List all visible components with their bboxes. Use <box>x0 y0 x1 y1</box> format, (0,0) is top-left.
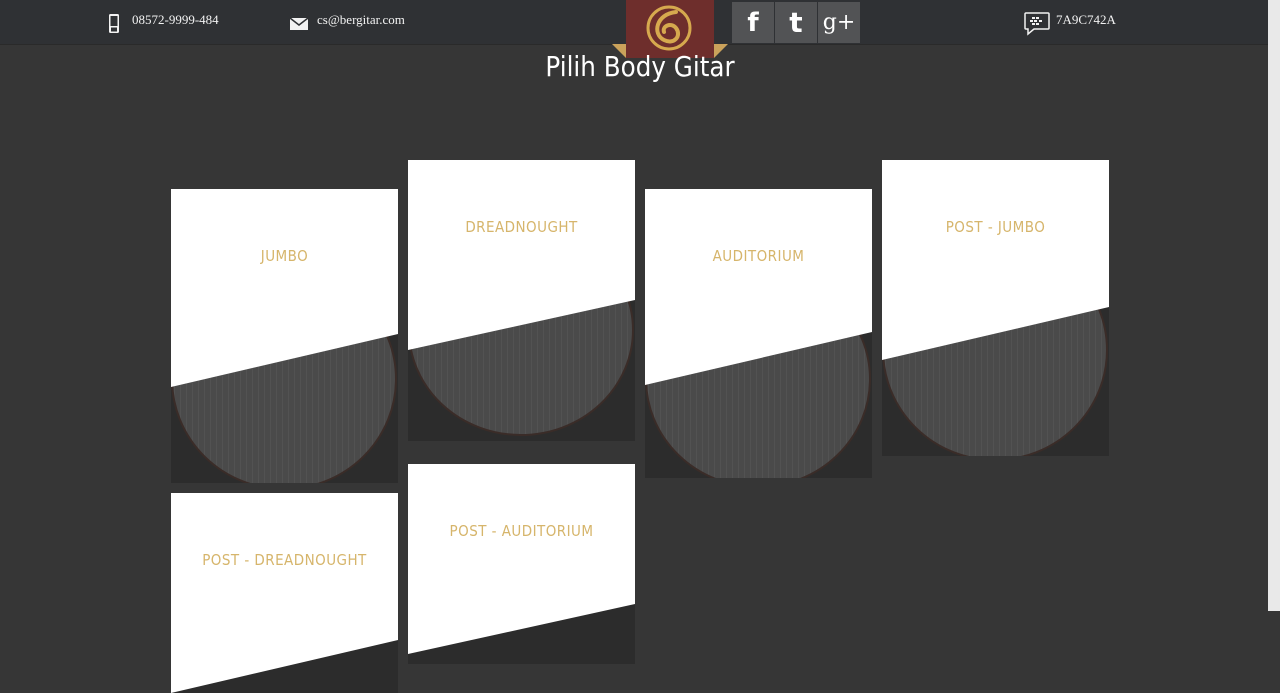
card-label: POST - JUMBO <box>945 218 1046 236</box>
page-title: Pilih Body Gitar <box>545 50 735 83</box>
card-label: POST - AUDITORIUM <box>449 522 594 540</box>
card-label: DREADNOUGHT <box>465 218 578 236</box>
guitar-body-illustration <box>408 464 635 654</box>
body-option-card[interactable]: DREADNOUGHT <box>408 160 635 441</box>
twitter-button[interactable]: t <box>775 2 817 43</box>
guitar-body-illustration <box>171 189 398 483</box>
body-option-card[interactable]: POST - DREADNOUGHT <box>171 493 398 693</box>
card-label: JUMBO <box>260 247 309 265</box>
body-option-card[interactable]: JUMBO <box>171 189 398 483</box>
scrollbar[interactable] <box>1268 0 1280 611</box>
body-option-card[interactable]: POST - JUMBO <box>882 160 1109 456</box>
guitar-body-illustration <box>171 493 398 693</box>
google-plus-button[interactable]: g+ <box>818 2 860 43</box>
facebook-button[interactable]: f <box>732 2 774 43</box>
body-option-card[interactable]: AUDITORIUM <box>645 189 872 478</box>
card-label: AUDITORIUM <box>712 247 805 265</box>
guitar-body-illustration <box>645 189 872 478</box>
phone-number: 08572-9999-484 <box>132 12 219 27</box>
guitar-body-illustration <box>408 160 635 436</box>
mail-icon <box>290 18 308 30</box>
email-address[interactable]: cs@bergitar.com <box>317 12 405 28</box>
top-bar: 08572-9999-484 cs@bergitar.com f t g+ 7A… <box>0 0 1280 58</box>
guitar-body-illustration <box>882 160 1109 456</box>
twitter-icon: t <box>789 6 803 39</box>
body-option-card[interactable]: POST - AUDITORIUM <box>408 464 635 664</box>
card-white-panel <box>408 464 635 654</box>
phone-icon <box>109 14 119 33</box>
card-label: POST - DREADNOUGHT <box>202 551 367 569</box>
bbm-pin: 7A9C742A <box>1056 12 1116 27</box>
facebook-icon: f <box>747 7 759 38</box>
card-white-panel <box>171 493 398 693</box>
blackberry-messenger-icon <box>1024 12 1050 36</box>
google-plus-icon: g+ <box>822 10 856 35</box>
